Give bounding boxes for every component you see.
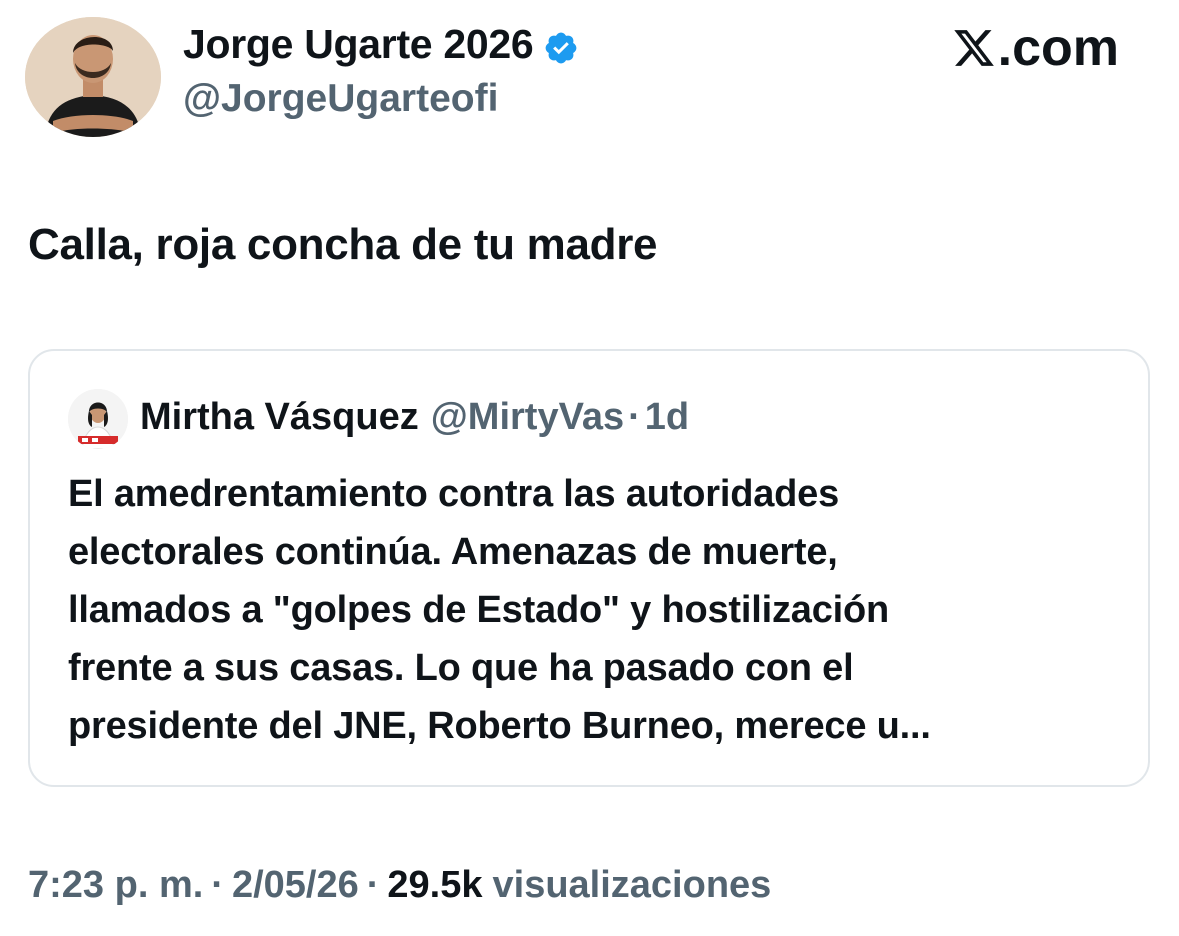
quote-separator: ·	[628, 396, 641, 438]
person-arms-crossed-avatar	[25, 17, 161, 137]
meta-separator: ·	[211, 864, 224, 906]
quote-header: Mirtha Vásquez @MirtyVas · 1d	[140, 393, 689, 441]
author-name[interactable]: Jorge Ugarte 2026	[183, 18, 579, 70]
quote-line: frente a sus casas. Lo que ha pasado con…	[68, 647, 854, 689]
verified-badge-icon	[543, 26, 579, 64]
author-name-text: Jorge Ugarte 2026	[183, 21, 534, 67]
logo-text: .com	[997, 19, 1119, 77]
quote-line: presidente del JNE, Roberto Burneo, mere…	[68, 705, 931, 747]
x-com-logo: .com	[952, 20, 1119, 76]
tweet-meta: 7:23 p. m. · 2/05/26 · 29.5k visualizaci…	[28, 860, 771, 910]
tweet-date[interactable]: 2/05/26	[232, 860, 359, 910]
author-handle[interactable]: @JorgeUgarteofi	[183, 74, 498, 124]
meta-separator: ·	[366, 864, 380, 906]
quote-body: El amedrentamiento contra las autoridade…	[68, 465, 1128, 755]
quote-line: llamados a "golpes de Estado" y hostiliz…	[68, 589, 890, 631]
tweet-time[interactable]: 7:23 p. m.	[28, 860, 203, 910]
quote-author-handle[interactable]: @MirtyVas	[431, 393, 624, 441]
quote-author-avatar[interactable]	[68, 389, 128, 449]
quote-timestamp[interactable]: 1d	[645, 393, 689, 441]
quoted-tweet-card[interactable]: Mirtha Vásquez @MirtyVas · 1d El amedren…	[28, 349, 1150, 787]
views-label: visualizaciones	[492, 864, 772, 906]
tweet-text: Calla, roja concha de tu madre	[28, 220, 658, 269]
author-avatar[interactable]	[25, 17, 161, 137]
person-portrait-avatar	[68, 389, 128, 449]
quote-line: El amedrentamiento contra las autoridade…	[68, 473, 840, 515]
views-count[interactable]: 29.5k	[387, 860, 482, 910]
quote-author-name[interactable]: Mirtha Vásquez	[140, 393, 419, 441]
x-logo-icon	[953, 30, 994, 66]
quote-line: electorales continúa. Amenazas de muerte…	[68, 531, 838, 573]
